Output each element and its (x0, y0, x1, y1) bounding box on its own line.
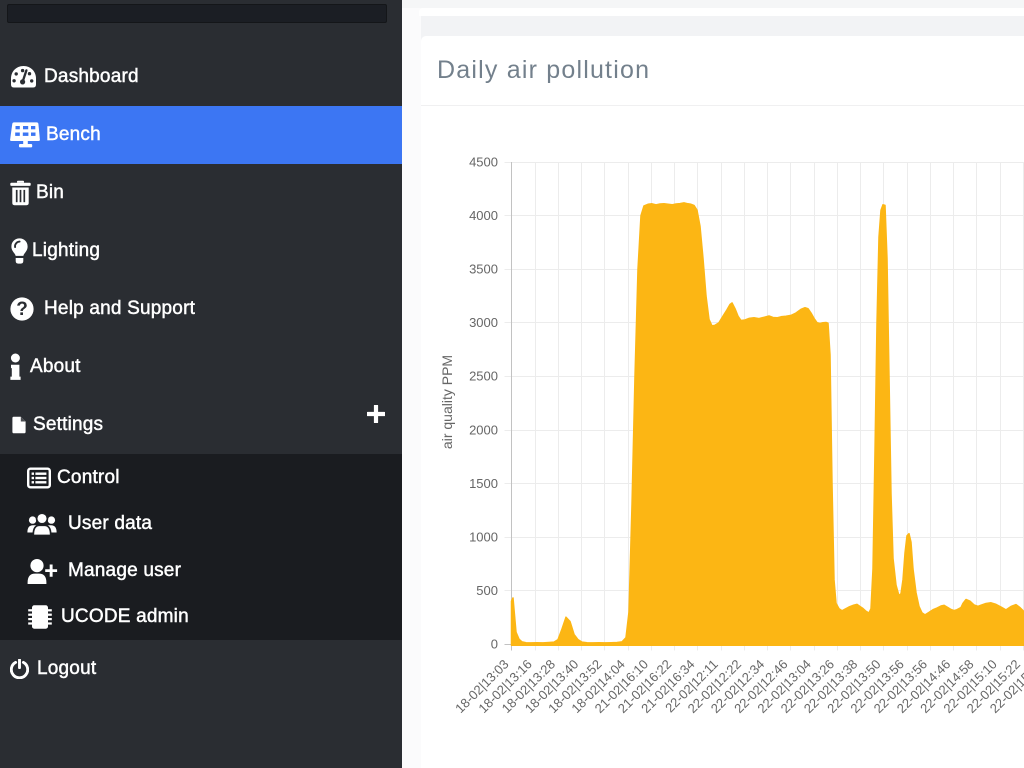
svg-text:?: ? (16, 299, 28, 320)
